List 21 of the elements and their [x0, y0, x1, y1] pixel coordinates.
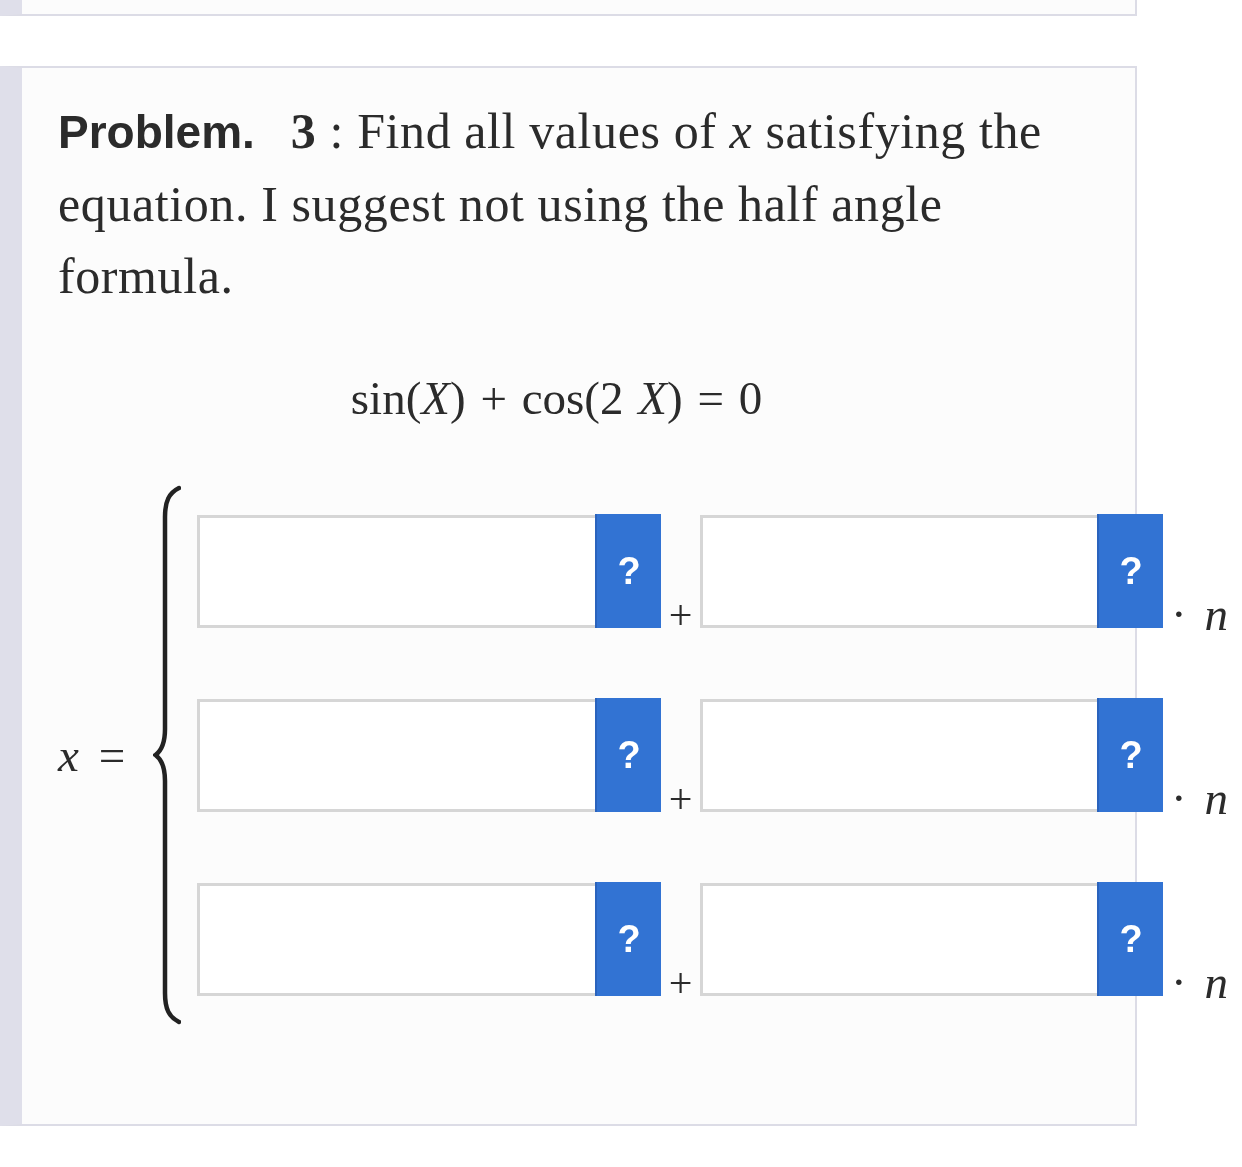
plus-sign: + — [667, 778, 694, 820]
help-button[interactable]: ? — [1097, 698, 1163, 812]
problem-statement: Problem. 3 : Find all values of x satisfying the equation. I suggest not using the half angle formula. — [58, 102, 1043, 306]
help-button[interactable]: ? — [1097, 882, 1163, 996]
answer-field[interactable] — [700, 515, 1097, 628]
plus-sign: + — [667, 962, 694, 1004]
answer-field[interactable] — [197, 515, 595, 628]
times-n-label: · n — [1171, 775, 1228, 822]
help-button[interactable]: ? — [595, 698, 661, 812]
help-button[interactable]: ? — [595, 882, 661, 996]
equation-text: sin(X) + cos(2 X) = 0 — [350, 372, 763, 424]
help-button[interactable]: ? — [1097, 514, 1163, 628]
times-n-label: · n — [1171, 591, 1228, 638]
answer-field[interactable] — [700, 883, 1097, 996]
answer-field[interactable] — [197, 699, 595, 812]
plus-sign: + — [667, 594, 694, 636]
answer-field[interactable] — [700, 699, 1097, 812]
x-equals-label: x = — [58, 727, 127, 783]
times-n-label: · n — [1171, 959, 1228, 1006]
help-button[interactable]: ? — [595, 514, 661, 628]
answer-field[interactable] — [197, 883, 595, 996]
